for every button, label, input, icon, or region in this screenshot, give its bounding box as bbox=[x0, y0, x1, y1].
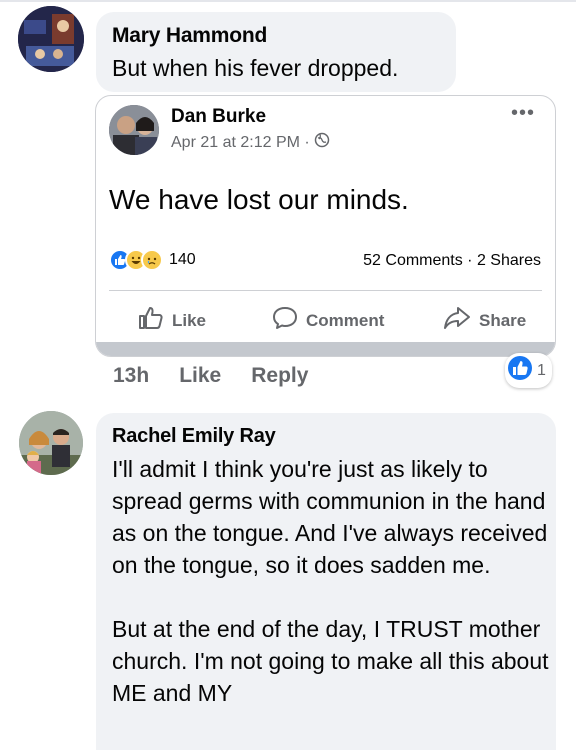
sad-reaction-icon bbox=[141, 249, 163, 271]
comment-icon bbox=[272, 306, 298, 335]
comment-text: But when his fever dropped. bbox=[112, 55, 399, 81]
card-bottom-bar bbox=[96, 342, 555, 356]
post-timestamp[interactable]: Apr 21 at 2:12 PM · bbox=[171, 134, 310, 152]
like-reaction-icon bbox=[507, 355, 533, 386]
comment-actions: 13h Like Reply bbox=[113, 364, 308, 388]
post-share-button[interactable]: Share bbox=[443, 306, 526, 335]
share-arrow-icon bbox=[443, 306, 471, 335]
comments-shares-count[interactable]: 52 Comments · 2 Shares bbox=[363, 252, 541, 270]
globe-icon bbox=[314, 132, 330, 153]
comment-author[interactable]: Mary Hammond bbox=[112, 24, 267, 48]
card-divider bbox=[109, 290, 542, 291]
post-like-button[interactable]: Like bbox=[138, 306, 206, 335]
comment-text: I'll admit I think you're just as likely… bbox=[112, 456, 549, 706]
shared-post-card[interactable]: Dan Burke Apr 21 at 2:12 PM · ••• We hav… bbox=[95, 95, 556, 357]
post-author[interactable]: Dan Burke bbox=[171, 106, 266, 128]
comment-bubble: Mary Hammond But when his fever dropped. bbox=[96, 12, 456, 92]
post-share-label: Share bbox=[479, 310, 527, 330]
comment-reply-button[interactable]: Reply bbox=[251, 364, 308, 388]
comment-like-button[interactable]: Like bbox=[179, 364, 221, 388]
post-like-label: Like bbox=[172, 310, 207, 330]
more-options-icon[interactable]: ••• bbox=[511, 102, 535, 125]
comment-author[interactable]: Rachel Emily Ray bbox=[112, 425, 276, 448]
top-divider bbox=[0, 0, 576, 2]
avatar-rachel-emily-ray[interactable] bbox=[19, 411, 83, 475]
post-comment-label: Comment bbox=[306, 310, 385, 330]
post-comment-button[interactable]: Comment bbox=[272, 306, 384, 335]
avatar-mary-hammond[interactable] bbox=[18, 6, 84, 72]
reactions-summary[interactable]: 140 bbox=[109, 249, 196, 271]
post-meta: Apr 21 at 2:12 PM · bbox=[171, 132, 330, 153]
thumbs-up-icon bbox=[138, 306, 164, 335]
comment-like-count: 1 bbox=[537, 361, 546, 379]
avatar-dan-burke[interactable] bbox=[109, 105, 159, 155]
comment-time[interactable]: 13h bbox=[113, 364, 149, 388]
post-text: We have lost our minds. bbox=[109, 184, 409, 215]
comment-reaction-badge[interactable]: 1 bbox=[505, 353, 552, 388]
comment-bubble: Rachel Emily Ray I'll admit I think you'… bbox=[96, 413, 556, 750]
reaction-count: 140 bbox=[169, 251, 196, 268]
